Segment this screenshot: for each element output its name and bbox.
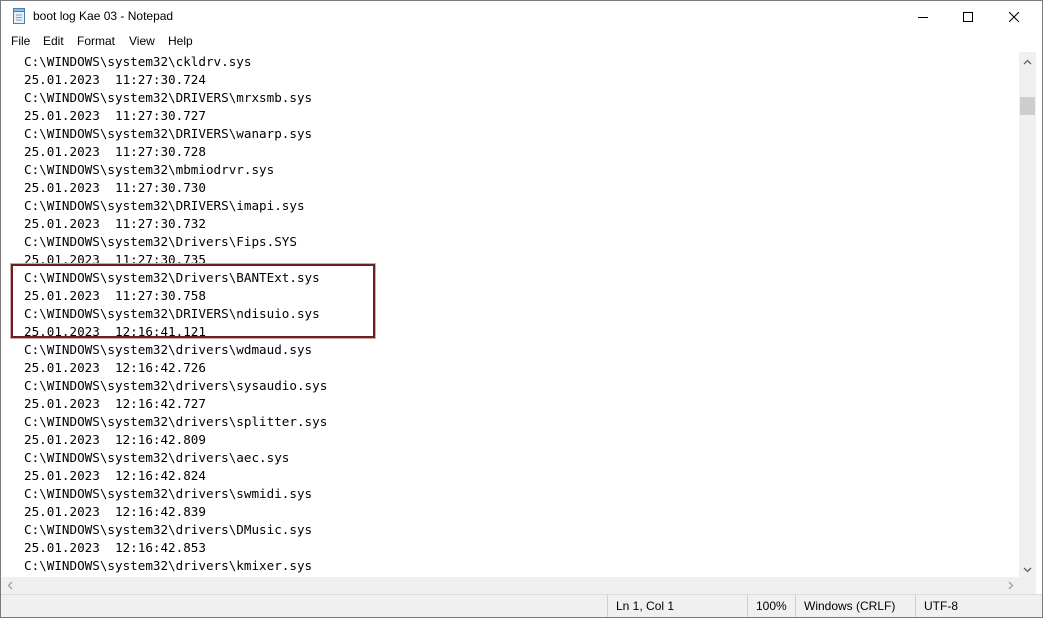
minimize-icon: [918, 12, 928, 22]
status-cursor-position: Ln 1, Col 1: [607, 595, 747, 617]
text-line: C:\WINDOWS\system32\drivers\wdmaud.sys: [24, 342, 313, 357]
menu-help[interactable]: Help: [168, 34, 193, 48]
highlight-box: [10, 263, 376, 339]
text-line: C:\WINDOWS\system32\drivers\kmixer.sys: [24, 558, 313, 573]
text-line: 25.01.2023 11:27:30.727: [24, 108, 206, 123]
text-line: 25.01.2023 11:27:30.732: [24, 216, 206, 231]
maximize-button[interactable]: [945, 1, 991, 32]
status-zoom: 100%: [747, 595, 795, 617]
text-line: C:\WINDOWS\system32\DRIVERS\mrxsmb.sys: [24, 90, 313, 105]
minimize-button[interactable]: [900, 1, 946, 32]
text-line: C:\WINDOWS\system32\Drivers\Fips.SYS: [24, 234, 297, 249]
menu-edit[interactable]: Edit: [43, 34, 64, 48]
horizontal-scrollbar[interactable]: [1, 577, 1019, 594]
title-bar[interactable]: boot log Kae 03 - Notepad: [1, 1, 1042, 32]
vertical-scrollbar[interactable]: [1019, 52, 1036, 577]
scroll-down-button[interactable]: [1019, 560, 1036, 577]
vertical-scroll-thumb[interactable]: [1020, 97, 1035, 115]
text-line: C:\WINDOWS\system32\drivers\aec.sys: [24, 450, 290, 465]
scroll-up-button[interactable]: [1019, 52, 1036, 69]
close-button[interactable]: [991, 1, 1037, 32]
chevron-left-icon: [7, 577, 13, 595]
chevron-up-icon: [1023, 52, 1032, 70]
menu-view[interactable]: View: [129, 34, 155, 48]
text-line: C:\WINDOWS\system32\DRIVERS\wanarp.sys: [24, 126, 313, 141]
window-title: boot log Kae 03 - Notepad: [33, 9, 174, 23]
text-line: 25.01.2023 12:16:42.726: [24, 360, 206, 375]
notepad-window: boot log Kae 03 - Notepad File Edit Form…: [0, 0, 1043, 618]
text-line: C:\WINDOWS\system32\drivers\swmidi.sys: [24, 486, 313, 501]
text-line: 25.01.2023 12:16:42.839: [24, 504, 206, 519]
text-line: 25.01.2023 12:16:42.824: [24, 468, 206, 483]
status-bar: Ln 1, Col 1 100% Windows (CRLF) UTF-8: [1, 594, 1042, 617]
maximize-icon: [963, 11, 973, 22]
menu-format[interactable]: Format: [77, 34, 115, 48]
scroll-right-button[interactable]: [1002, 577, 1019, 594]
text-line: 25.01.2023 12:16:42.809: [24, 432, 206, 447]
text-line: C:\WINDOWS\system32\drivers\sysaudio.sys: [24, 378, 328, 393]
status-line-ending: Windows (CRLF): [795, 595, 915, 617]
text-line: C:\WINDOWS\system32\drivers\splitter.sys: [24, 414, 328, 429]
text-editor[interactable]: C:\WINDOWS\system32\ckldrv.sys 25.01.202…: [1, 52, 1019, 577]
notepad-icon: [12, 8, 27, 24]
menu-bar: File Edit Format View Help: [1, 32, 1042, 52]
text-line: 25.01.2023 11:27:30.728: [24, 144, 206, 159]
text-line: C:\WINDOWS\system32\DRIVERS\imapi.sys: [24, 198, 305, 213]
chevron-down-icon: [1023, 560, 1032, 578]
close-icon: [1009, 11, 1019, 22]
text-line: C:\WINDOWS\system32\ckldrv.sys: [24, 54, 252, 69]
text-line: C:\WINDOWS\system32\drivers\DMusic.sys: [24, 522, 313, 537]
scroll-left-button[interactable]: [1, 577, 18, 594]
status-encoding: UTF-8: [915, 595, 1019, 617]
text-line: 25.01.2023 12:16:42.853: [24, 540, 206, 555]
scrollbar-corner: [1019, 577, 1036, 594]
text-line: 25.01.2023 11:27:30.730: [24, 180, 206, 195]
text-line: 25.01.2023 12:16:42.727: [24, 396, 206, 411]
menu-file[interactable]: File: [11, 34, 30, 48]
text-line: C:\WINDOWS\system32\mbmiodrvr.sys: [24, 162, 275, 177]
chevron-right-icon: [1008, 577, 1014, 595]
text-line: 25.01.2023 11:27:30.724: [24, 72, 206, 87]
